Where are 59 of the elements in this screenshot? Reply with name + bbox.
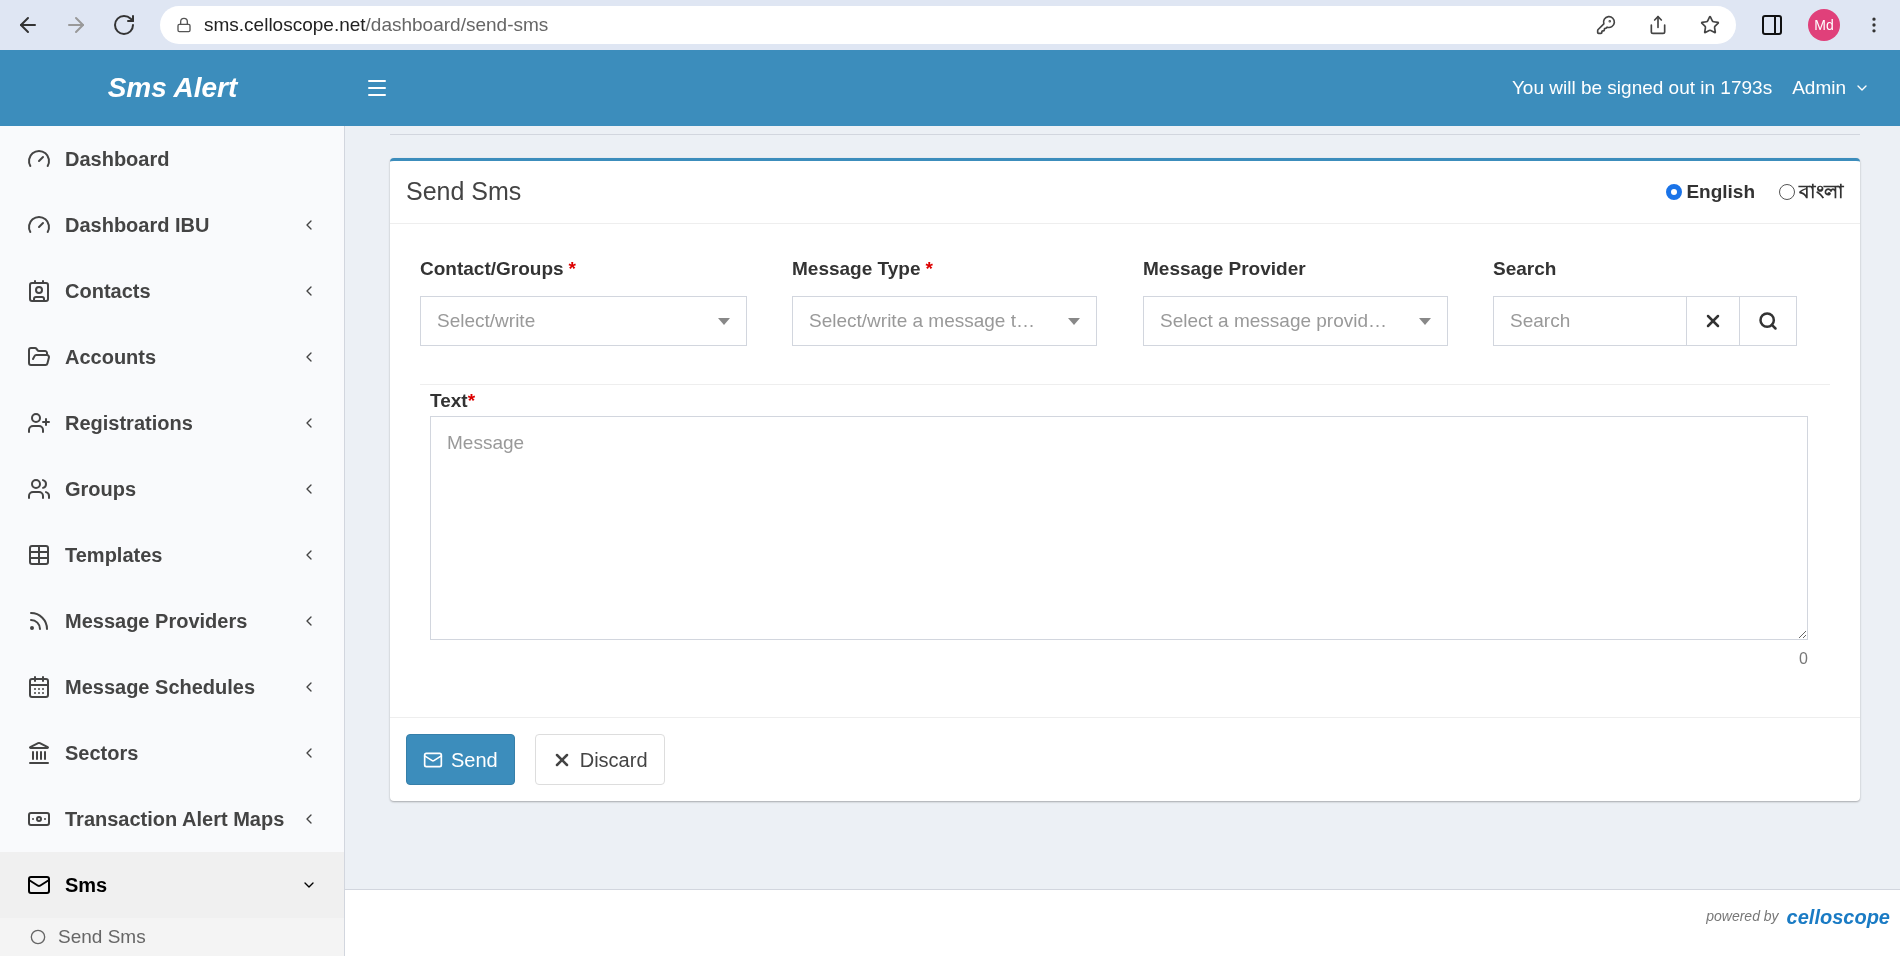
caret-icon	[718, 317, 730, 325]
sidebar-item[interactable]: Contacts	[0, 258, 344, 324]
url-text: sms.celloscope.net/dashboard/send-sms	[204, 12, 549, 37]
sidebar-item[interactable]: Accounts	[0, 324, 344, 390]
sidebar-item[interactable]: Message Schedules	[0, 654, 344, 720]
key-icon[interactable]	[1596, 15, 1616, 35]
user-menu[interactable]: Admin	[1792, 73, 1870, 103]
lock-icon	[176, 17, 192, 33]
clear-button[interactable]	[1687, 296, 1740, 346]
reload-icon[interactable]	[112, 13, 136, 37]
sidebar-item[interactable]: Message Providers	[0, 588, 344, 654]
sidebar-item[interactable]: Templates	[0, 522, 344, 588]
field-label: Message Provider	[1143, 256, 1306, 281]
contact-book-icon	[27, 279, 51, 303]
sidebar-item[interactable]: Sectors	[0, 720, 344, 786]
field-label: Message Type	[792, 256, 921, 281]
sidebar-item[interactable]: Dashboard	[0, 126, 344, 192]
message-textarea[interactable]: Message	[430, 416, 1808, 640]
envelope-icon	[27, 873, 51, 897]
field-label: Contact/Groups	[420, 256, 564, 281]
sidebar-item[interactable]: Sms	[0, 852, 344, 918]
powered-by-text: powered by	[1706, 907, 1779, 926]
search-field[interactable]: Search	[1493, 296, 1687, 346]
address-bar[interactable]: sms.celloscope.net/dashboard/send-sms	[160, 6, 1736, 44]
calendar-icon	[27, 675, 51, 699]
required-mark: *	[568, 256, 576, 281]
sidebar-subitem[interactable]: Send Sms	[0, 918, 344, 956]
session-notice: You will be signed out in 1793s	[1511, 75, 1773, 100]
field-label: Search	[1493, 256, 1557, 281]
share-icon[interactable]	[1648, 15, 1668, 35]
sidebar-item[interactable]: Registrations	[0, 390, 344, 456]
user-plus-icon	[27, 411, 51, 435]
caret-icon	[1419, 317, 1431, 325]
required-mark: *	[467, 388, 476, 413]
required-mark: *	[925, 256, 933, 281]
profile-avatar[interactable]: Md	[1808, 9, 1840, 41]
celloscope-logo: celloscope	[1786, 905, 1890, 930]
character-count: 0	[1799, 649, 1808, 669]
field-label: Text	[430, 388, 468, 413]
rss-icon	[27, 609, 51, 633]
sidebar-item[interactable]: Transaction Alert Maps	[0, 786, 344, 852]
language-radio[interactable]: English	[1666, 177, 1755, 207]
search-icon	[1758, 311, 1778, 331]
sidebar-item[interactable]: Groups	[0, 456, 344, 522]
search-button[interactable]	[1740, 296, 1797, 346]
users-icon	[27, 477, 51, 501]
discard-button[interactable]: Discard	[534, 734, 665, 785]
bank-icon	[27, 741, 51, 765]
side-panel-icon[interactable]	[1760, 13, 1784, 37]
brand-logo[interactable]: Sms Alert	[0, 67, 345, 109]
star-icon[interactable]	[1700, 15, 1720, 35]
card-title: Send Sms	[406, 176, 523, 208]
folder-icon	[27, 345, 51, 369]
table-icon	[27, 543, 51, 567]
language-radio[interactable]: বাংলা	[1779, 177, 1844, 207]
sidebar-item[interactable]: Dashboard IBU	[0, 192, 344, 258]
caret-icon	[1068, 317, 1080, 325]
send-button[interactable]: Send	[406, 734, 515, 785]
circle-icon	[30, 929, 46, 945]
